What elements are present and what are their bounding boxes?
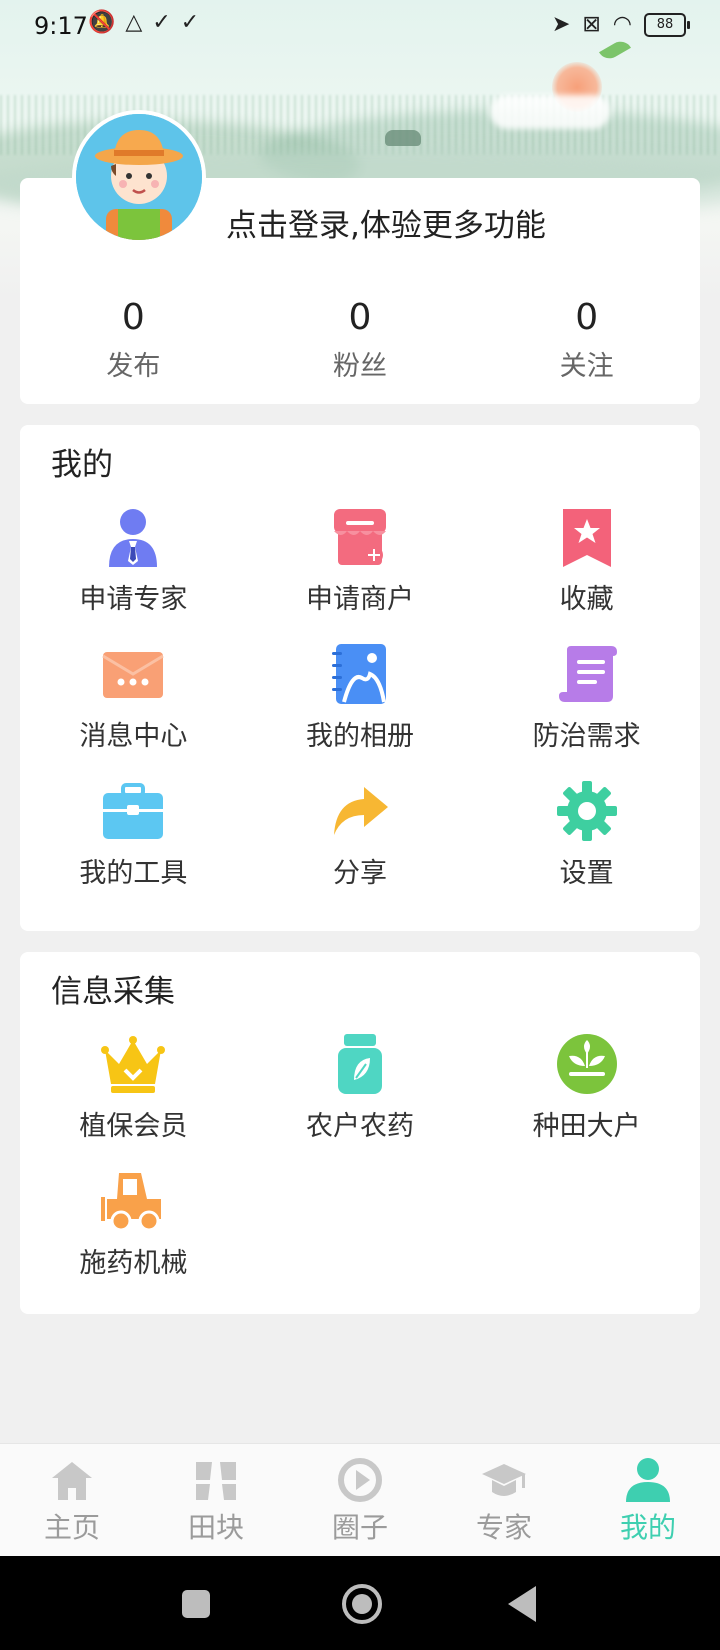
grid-label: 种田大户 [532,1111,641,1142]
grid-label: 植保会员 [79,1111,188,1142]
check-icon: ✓ [180,10,200,35]
stat-value: 0 [348,297,372,338]
stat-value: 0 [575,297,599,338]
toolbox-icon [101,779,165,843]
pesticide-bottle-icon [328,1032,392,1096]
location-icon: ➤ [551,12,571,37]
wifi-icon: ◠ [612,12,632,37]
grid-label: 消息中心 [79,721,188,752]
grid-label: 农户农药 [305,1111,414,1142]
farmer-pesticide-button[interactable]: 农户农药 [247,1032,474,1143]
bookmark-icon [555,505,619,569]
bottom-nav: 主页 田块 圈子 专家 我的 [0,1443,720,1557]
recent-apps-button[interactable] [182,1590,210,1618]
share-icon [328,779,392,843]
ox-decoration [385,130,421,146]
stat-fans[interactable]: 0 粉丝 [247,298,474,383]
my-album-button[interactable]: 我的相册 [247,642,474,753]
apply-expert-button[interactable]: 申请专家 [20,505,247,616]
grid-label: 分享 [332,858,387,889]
status-icons-left: 🔕 △ ✓ ✓ [88,10,199,35]
collect-grid: 植保会员 农户农药 种田大户 施药机械 [20,1032,700,1280]
section-title: 我的 [51,447,113,483]
mine-grid: 申请专家 申请商户 收藏 消息中心 我的相册 防治需求 我的工具 分享 设置 [20,505,700,890]
message-center-button[interactable]: 消息中心 [20,642,247,753]
nav-label: 圈子 [331,1511,388,1544]
plant-protection-member-button[interactable]: 植保会员 [20,1032,247,1143]
status-time: 9:17 [34,12,88,40]
nav-label: 主页 [43,1511,100,1544]
album-icon [328,642,392,706]
cloud-decoration [490,95,610,129]
stat-label: 发布 [106,351,161,382]
grid-label: 我的工具 [79,858,188,889]
sprout-icon [555,1032,619,1096]
nav-label: 田块 [187,1511,244,1544]
store-icon [328,505,392,569]
info-collection-section: 信息采集 植保会员 农户农药 种田大户 施药机械 [20,952,700,1314]
grid-label: 设置 [559,858,614,889]
nav-home[interactable]: 主页 [0,1444,144,1557]
login-prompt[interactable]: 点击登录,体验更多功能 [226,200,546,245]
battery-icon: 88 [644,12,690,37]
grid-label: 收藏 [559,584,614,615]
section-title: 信息采集 [51,974,175,1010]
field-icon [192,1456,240,1504]
stat-following[interactable]: 0 关注 [473,298,700,383]
home-button[interactable] [342,1584,382,1624]
nav-label: 我的 [619,1511,676,1544]
circle-icon [336,1456,384,1504]
nav-circle[interactable]: 圈子 [288,1444,432,1557]
mine-section: 我的 申请专家 申请商户 收藏 消息中心 我的相册 防治需求 我的工具 分享 设… [20,425,700,931]
person-icon [624,1456,672,1504]
grid-label: 我的相册 [305,721,414,752]
nav-label: 专家 [475,1511,532,1544]
stat-value: 0 [121,297,145,338]
no-sim-icon: ⊠ [582,12,601,37]
avatar[interactable] [72,110,206,244]
nav-field[interactable]: 田块 [144,1444,288,1557]
crown-icon [101,1032,166,1096]
status-bar: 9:17 🔕 △ ✓ ✓ ➤ ⊠ ◠ 88 [0,0,720,54]
gear-icon [555,779,619,843]
nav-mine[interactable]: 我的 [576,1444,720,1557]
farmer-avatar-icon [76,114,202,240]
share-button[interactable]: 分享 [247,779,474,890]
nav-expert[interactable]: 专家 [432,1444,576,1557]
grid-label: 防治需求 [532,721,641,752]
drive-icon: △ [125,10,143,35]
stat-posts[interactable]: 0 发布 [20,298,247,383]
stat-label: 关注 [559,351,614,382]
graduation-cap-icon [480,1456,528,1504]
apply-merchant-button[interactable]: 申请商户 [247,505,474,616]
grid-label: 申请专家 [79,584,188,615]
large-grower-button[interactable]: 种田大户 [473,1032,700,1143]
spraying-machinery-button[interactable]: 施药机械 [20,1169,247,1280]
tractor-icon [101,1169,165,1233]
favorites-button[interactable]: 收藏 [473,505,700,616]
scroll-icon [555,642,619,706]
stats-row: 0 发布 0 粉丝 0 关注 [20,298,700,383]
settings-button[interactable]: 设置 [473,779,700,890]
system-nav-bar [0,1556,720,1650]
check-icon: ✓ [152,10,171,35]
back-button[interactable] [508,1586,536,1622]
message-icon [101,642,165,706]
grid-label: 施药机械 [79,1248,188,1279]
grid-label: 申请商户 [305,584,414,615]
expert-icon [101,505,165,569]
mute-icon: 🔕 [88,10,116,35]
status-icons-right: ➤ ⊠ ◠ 88 [551,12,690,37]
control-demand-button[interactable]: 防治需求 [473,642,700,753]
my-tools-button[interactable]: 我的工具 [20,779,247,890]
stat-label: 粉丝 [333,351,387,382]
home-icon [48,1456,96,1504]
